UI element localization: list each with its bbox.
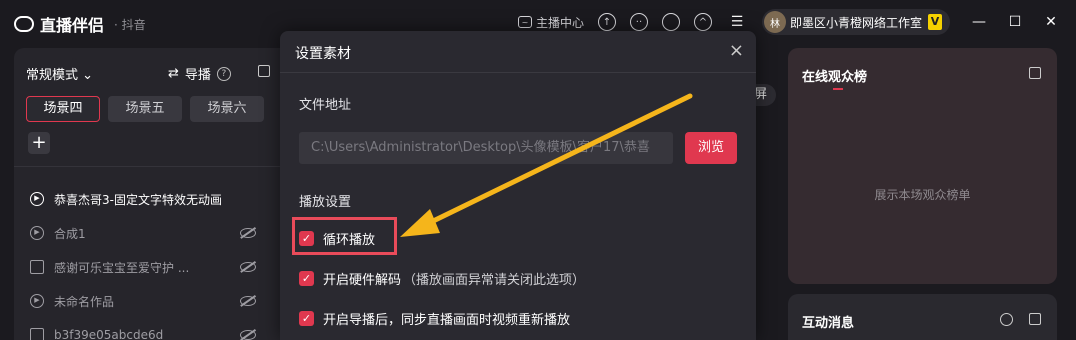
add-scene-button[interactable]: + <box>28 132 50 154</box>
app-name: 直播伴侣 <box>40 16 105 35</box>
user-name: 即墨区小青橙网络工作室 <box>789 15 922 30</box>
broadcast-center-button[interactable]: ~ 主播中心 <box>517 14 584 31</box>
scene-tabs: 场景四 场景五 场景六 <box>26 96 264 122</box>
scene-panel: 常规模式 ⌄ ⇄ 导播 ? 场景四 场景五 场景六 + ▶ 恭喜杰哥3-固定文字… <box>14 48 280 340</box>
divider <box>14 166 280 167</box>
source-label: b3f39e05abcde6d <box>54 328 164 340</box>
file-address-label: 文件地址 <box>299 98 352 113</box>
source-label: 恭喜杰哥3-固定文字特效无动画 <box>54 192 222 207</box>
source-list: ▶ 恭喜杰哥3-固定文字特效无动画 ▶ 合成1 感谢可乐宝宝至爱守护 ... ▶… <box>30 182 260 340</box>
image-icon <box>30 260 44 274</box>
gear-icon[interactable] <box>1000 313 1013 326</box>
eye-hidden-icon[interactable] <box>240 296 256 306</box>
eye-hidden-icon[interactable] <box>240 330 256 340</box>
list-item[interactable]: ▶ 合成1 <box>30 216 260 250</box>
source-label: 合成1 <box>54 226 86 241</box>
close-window-icon[interactable]: ✕ <box>1040 14 1062 30</box>
eye-hidden-icon[interactable] <box>240 262 256 272</box>
audience-ranking-panel: 在线观众榜 展示本场观众榜单 <box>788 48 1057 284</box>
maximize-icon[interactable]: ☐ <box>1004 14 1026 30</box>
list-item[interactable]: ▶ 恭喜杰哥3-固定文字特效无动画 <box>30 182 260 216</box>
eye-hidden-icon[interactable] <box>240 228 256 238</box>
list-item[interactable]: 感谢可乐宝宝至爱守护 ... <box>30 250 260 284</box>
graduation-cap-icon[interactable]: ^ <box>693 13 712 31</box>
list-item[interactable]: ▶ 未命名作品 <box>30 284 260 318</box>
play-circle-icon: ▶ <box>30 192 44 206</box>
swap-icon: ⇄ <box>168 66 179 81</box>
mode-dropdown[interactable]: 常规模式 ⌄ <box>26 64 93 83</box>
panel-title: 在线观众榜 <box>802 70 868 85</box>
menu-icon[interactable]: ☰ <box>726 14 748 30</box>
mode-label: 常规模式 <box>26 68 79 83</box>
minimize-icon[interactable]: — <box>968 14 990 30</box>
tab-scene-6[interactable]: 场景六 <box>190 96 264 122</box>
broadcast-center-label: 主播中心 <box>535 15 584 30</box>
messages-panel: 互动消息 <box>788 294 1057 340</box>
guide-label: 导播 <box>184 68 211 83</box>
popout-icon[interactable] <box>258 65 270 77</box>
source-label: 未命名作品 <box>54 294 115 309</box>
empty-state: 展示本场观众榜单 <box>874 188 971 202</box>
guide-button[interactable]: ⇄ 导播 ? <box>168 64 231 83</box>
app-logo: 直播伴侣 · 抖音 <box>14 12 146 36</box>
dialog-title: 设置素材 <box>295 46 351 62</box>
dialog-header: 设置素材 × <box>280 31 756 73</box>
source-label: 感谢可乐宝宝至爱守护 ... <box>54 260 190 275</box>
chart-icon: ~ <box>517 16 532 28</box>
tab-scene-5[interactable]: 场景五 <box>108 96 182 122</box>
avatar: 林 <box>763 11 786 33</box>
play-circle-icon: ▶ <box>30 294 44 308</box>
tab-scene-4[interactable]: 场景四 <box>26 96 100 122</box>
chat-bubble-icon[interactable] <box>661 13 680 31</box>
popout-icon[interactable] <box>1029 313 1041 325</box>
checkbox-checked-icon[interactable]: ✓ <box>299 311 314 326</box>
panel-title: 互动消息 <box>802 316 855 331</box>
upload-icon[interactable]: ↑ <box>597 13 616 31</box>
close-icon[interactable]: × <box>729 40 744 61</box>
logo-icon <box>14 16 34 32</box>
vip-badge: V <box>928 14 942 30</box>
tab-underline <box>833 88 843 90</box>
hardware-decode-option[interactable]: ✓ 开启硬件解码 （播放画面异常请关闭此选项） <box>299 269 585 288</box>
list-item[interactable]: b3f39e05abcde6d <box>30 318 260 340</box>
user-profile[interactable]: 林 即墨区小青橙网络工作室 V <box>761 9 950 35</box>
app-platform: · 抖音 <box>114 17 146 32</box>
checkbox-checked-icon[interactable]: ✓ <box>299 271 314 286</box>
play-circle-icon: ▶ <box>30 226 44 240</box>
popout-icon[interactable] <box>1029 67 1041 79</box>
highlight-box <box>292 217 397 255</box>
image-icon <box>30 328 44 340</box>
settings-dialog: 设置素材 × 文件地址 C:\Users\Administrator\Deskt… <box>280 31 756 340</box>
file-path-field[interactable]: C:\Users\Administrator\Desktop\头像模板\客户17… <box>299 132 673 164</box>
browse-button[interactable]: 浏览 <box>685 132 737 164</box>
gamepad-icon[interactable]: ·· <box>629 13 648 31</box>
option-hint: （播放画面异常请关闭此选项） <box>403 273 586 288</box>
option-label: 开启导播后，同步直播画面时视频重新播放 <box>323 313 571 328</box>
sync-replay-option[interactable]: ✓ 开启导播后，同步直播画面时视频重新播放 <box>299 309 570 328</box>
option-label: 开启硬件解码 <box>323 273 402 288</box>
help-icon[interactable]: ? <box>216 66 231 81</box>
chevron-down-icon: ⌄ <box>82 68 94 83</box>
play-settings-label: 播放设置 <box>299 195 352 210</box>
